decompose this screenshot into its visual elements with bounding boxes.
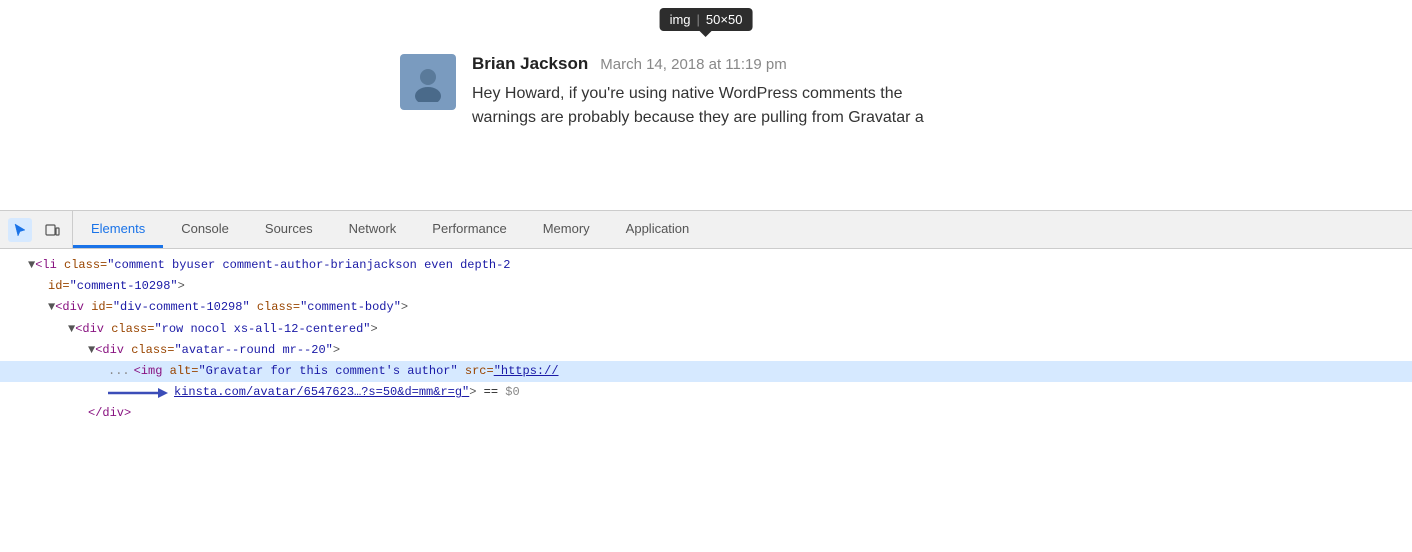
tree-line: </div> bbox=[0, 403, 1412, 424]
tooltip-tag: img bbox=[670, 12, 691, 27]
tooltip-divider: | bbox=[697, 12, 700, 27]
avatar bbox=[400, 54, 456, 110]
devtools-content: ▼ <li class="comment byuser comment-auth… bbox=[0, 249, 1412, 552]
img-tooltip: img | 50×50 bbox=[660, 8, 753, 31]
tree-line: ▼ <div class="row nocol xs-all-12-center… bbox=[0, 319, 1412, 340]
tab-application[interactable]: Application bbox=[608, 211, 708, 248]
devtools-toolbar: Elements Console Sources Network Perform… bbox=[0, 211, 1412, 249]
toolbar-icons bbox=[0, 211, 73, 248]
comment-author: Brian Jackson bbox=[472, 54, 588, 74]
tree-line-highlighted: ... <img alt="Gravatar for this comment'… bbox=[0, 361, 1412, 382]
tab-performance[interactable]: Performance bbox=[414, 211, 524, 248]
webpage-area: img | 50×50 Brian Jackson March 14, 2018… bbox=[0, 0, 1412, 210]
comment-header: Brian Jackson March 14, 2018 at 11:19 pm bbox=[472, 54, 1012, 74]
arrow-svg bbox=[108, 384, 168, 402]
cursor-icon-btn[interactable] bbox=[8, 218, 32, 242]
tree-line: ▼ <div id="div-comment-10298" class="com… bbox=[0, 297, 1412, 318]
tree-line-url: kinsta.com/avatar/6547623…?s=50&d=mm&r=g… bbox=[0, 382, 1412, 403]
avatar-container bbox=[400, 54, 456, 110]
device-icon bbox=[44, 222, 60, 238]
tree-line: ▼ <div class="avatar--round mr--20" > bbox=[0, 340, 1412, 361]
tree-line: id="comment-10298"> bbox=[0, 276, 1412, 297]
devtools-panel: Elements Console Sources Network Perform… bbox=[0, 210, 1412, 552]
comment-content: Brian Jackson March 14, 2018 at 11:19 pm… bbox=[472, 54, 1012, 130]
device-icon-btn[interactable] bbox=[40, 218, 64, 242]
dollar-zero: $0 bbox=[505, 383, 519, 402]
tree-line: ▼ <li class="comment byuser comment-auth… bbox=[0, 255, 1412, 276]
html-tree: ▼ <li class="comment byuser comment-auth… bbox=[0, 249, 1412, 431]
comment-text: Hey Howard, if you're using native WordP… bbox=[472, 82, 1012, 130]
tab-network[interactable]: Network bbox=[331, 211, 415, 248]
tab-memory[interactable]: Memory bbox=[525, 211, 608, 248]
tooltip-dimensions: 50×50 bbox=[706, 12, 743, 27]
cursor-icon bbox=[12, 222, 28, 238]
url-link[interactable]: kinsta.com/avatar/6547623…?s=50&d=mm&r=g… bbox=[174, 383, 469, 402]
devtools-tabs: Elements Console Sources Network Perform… bbox=[73, 211, 1412, 248]
tab-console[interactable]: Console bbox=[163, 211, 247, 248]
tab-sources[interactable]: Sources bbox=[247, 211, 331, 248]
sidebar-dots: ... bbox=[108, 362, 130, 381]
avatar-svg bbox=[408, 62, 448, 102]
blue-arrow-icon bbox=[108, 384, 168, 402]
comment-date: March 14, 2018 at 11:19 pm bbox=[600, 56, 787, 73]
tab-elements[interactable]: Elements bbox=[73, 211, 163, 248]
